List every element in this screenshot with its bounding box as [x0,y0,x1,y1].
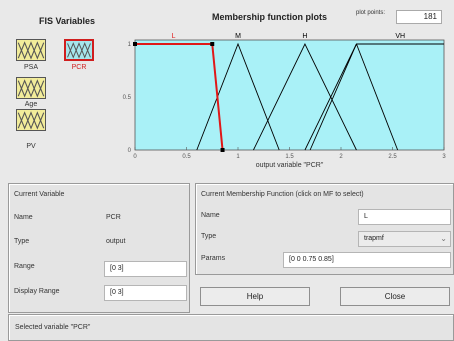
x-tick-label: 1.5 [285,154,294,160]
x-tick-label: 0 [133,154,137,160]
mf-params-input[interactable]: [0 0 0.75 0.85] [283,252,451,268]
mf-labels: M H VH L [172,33,405,40]
range-label: Range [14,263,35,270]
mf-icon [17,111,45,130]
display-range-label: Display Range [14,288,60,295]
variable-pcr-box[interactable] [64,39,94,61]
mf-label-h: H [302,33,307,40]
x-axis-label: output variable "PCR" [256,162,324,169]
current-mf-panel: Current Membership Function (click on MF… [195,183,454,275]
x-tick-label: 0.5 [182,154,191,160]
mf-name-input[interactable]: L [358,209,451,225]
current-variable-panel: Current Variable Name PCR Type output Ra… [8,183,190,313]
type-value: output [106,238,126,245]
mf-icon [17,79,45,98]
variable-age-box[interactable] [16,77,46,99]
help-button[interactable]: Help [200,287,310,306]
x-tick-label: 3 [442,154,446,160]
plot-points-label: plot points: [356,10,386,16]
current-variable-heading: Current Variable [14,191,65,198]
close-button[interactable]: Close [340,287,450,306]
mf-type-value: trapmf [364,235,384,242]
display-range-input[interactable]: [0 3] [104,285,187,301]
name-value: PCR [106,214,121,221]
variable-psa-label: PSA [23,64,38,71]
mf-label-vh: VH [395,33,405,40]
y-tick-label: 0 [128,148,132,154]
range-input[interactable]: [0 3] [104,261,187,277]
mf-icon [67,42,91,59]
current-mf-heading: Current Membership Function (click on MF… [201,191,364,198]
variable-psa-box[interactable] [16,39,46,61]
variable-pcr-label: PCR [71,64,87,71]
status-bar: Selected variable "PCR" [8,314,454,341]
y-tick-label: 0.5 [123,95,132,101]
mf-vertex-marker[interactable] [210,42,215,46]
mf-icon [17,41,45,60]
variable-pv-label: PV [26,143,36,150]
mf-type-select[interactable]: trapmf ⌄ [358,231,451,247]
membership-function-plot[interactable]: 0 0.5 1 1.5 2 2.5 3 0 0.5 1 M H VH L output variable… [123,26,454,182]
plot-points-input[interactable]: 181 [396,10,442,24]
status-text: Selected variable "PCR" [15,324,91,331]
fis-variables-panel: FIS Variables PSA PCR Age PV [8,6,126,172]
chevron-down-icon: ⌄ [440,234,447,243]
mf-name-label: Name [201,212,220,219]
mf-vertex-marker[interactable] [133,42,137,46]
type-label: Type [14,238,30,245]
mf-label-l: L [172,33,176,40]
plot-background [134,39,445,151]
mf-params-label: Params [201,255,226,262]
variable-pv-box[interactable] [16,109,46,131]
fis-variables-title: FIS Variables [38,16,96,26]
variable-age-label: Age [24,101,38,108]
x-tick-label: 1 [236,154,240,160]
mf-vertex-marker[interactable] [220,148,225,152]
plot-title: Membership function plots [212,12,328,22]
mf-type-label: Type [201,233,217,240]
x-tick-label: 2.5 [388,154,397,160]
mf-label-m: M [235,33,241,40]
x-tick-label: 2 [339,154,343,160]
y-tick-label: 1 [128,42,132,48]
name-label: Name [14,214,33,221]
